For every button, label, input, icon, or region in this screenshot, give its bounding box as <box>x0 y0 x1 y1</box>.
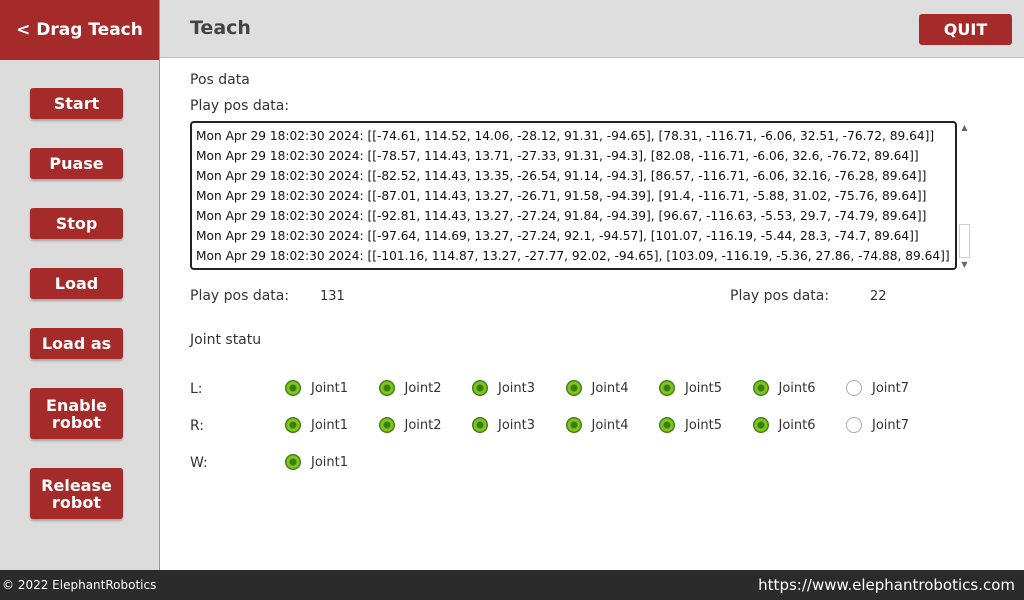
radio-checked-icon[interactable] <box>285 380 301 396</box>
joint-radio[interactable]: Joint6 <box>752 380 816 396</box>
load-button[interactable]: Load <box>30 268 123 299</box>
joint-label: Joint4 <box>591 380 629 396</box>
joint-label: Joint4 <box>591 417 629 433</box>
radio-checked-icon[interactable] <box>752 417 769 433</box>
release-robot-button[interactable]: Release robot <box>30 468 123 519</box>
website-link[interactable]: https://www.elephantrobotics.com <box>758 576 1015 594</box>
log-line: Mon Apr 29 18:02:30 2024: [[-92.81, 114.… <box>196 209 927 223</box>
load-as-button[interactable]: Load as <box>30 328 123 359</box>
joint-status-heading: Joint statu <box>190 332 262 348</box>
count-right-label: Play pos data: <box>730 288 830 304</box>
joint-label: Joint3 <box>498 417 536 433</box>
quit-button[interactable]: QUIT <box>919 14 1012 45</box>
teach-window: < Drag Teach Start Puase Stop Load Load … <box>0 0 1024 600</box>
pause-button[interactable]: Puase <box>30 148 123 179</box>
radio-checked-icon[interactable] <box>565 417 582 433</box>
log-line: Mon Apr 29 18:02:30 2024: [[-101.16, 114… <box>196 249 950 263</box>
scroll-up-icon[interactable]: ▲ <box>958 121 971 133</box>
page-title: Teach <box>190 17 251 39</box>
joint-radio[interactable]: Joint5 <box>659 380 722 396</box>
joint-radio[interactable]: Joint3 <box>472 380 535 396</box>
joint-label: Joint5 <box>685 417 723 433</box>
radio-checked-icon[interactable] <box>659 380 675 396</box>
enable-robot-button[interactable]: Enable robot <box>30 388 123 439</box>
header: Teach QUIT <box>160 0 1024 58</box>
joint-radio[interactable]: Joint1 <box>285 417 348 433</box>
count-right-value: 22 <box>870 289 887 304</box>
row-label-right: R: <box>190 418 205 434</box>
joint-radio[interactable]: Joint4 <box>565 380 629 396</box>
pos-data-heading: Pos data <box>190 72 250 88</box>
radio-checked-icon[interactable] <box>472 380 488 396</box>
joint-radio[interactable]: Joint2 <box>378 417 442 433</box>
start-button[interactable]: Start <box>30 88 123 119</box>
radio-checked-icon[interactable] <box>378 417 395 433</box>
joint-label: Joint2 <box>404 380 442 396</box>
play-pos-data-label: Play pos data: <box>190 98 290 114</box>
row-label-left: L: <box>190 381 203 397</box>
row-label-waist: W: <box>190 455 208 471</box>
stop-button[interactable]: Stop <box>30 208 123 239</box>
scroll-down-icon[interactable]: ▼ <box>958 258 971 270</box>
copyright: © 2022 ElephantRobotics <box>2 578 157 592</box>
count-left-value: 131 <box>320 289 345 304</box>
radio-checked-icon[interactable] <box>285 417 301 433</box>
joint-radio[interactable]: Joint4 <box>565 417 629 433</box>
log-scrollbar[interactable]: ▲ ▼ <box>958 121 971 270</box>
radio-unchecked-icon[interactable] <box>846 417 862 433</box>
footer: © 2022 ElephantRobotics https://www.elep… <box>0 570 1024 600</box>
joint-radio[interactable]: Joint5 <box>659 417 722 433</box>
radio-checked-icon[interactable] <box>378 380 395 396</box>
joint-radio[interactable]: Joint6 <box>752 417 816 433</box>
log-line: Mon Apr 29 18:02:30 2024: [[-82.52, 114.… <box>196 169 927 183</box>
joint-label: Joint1 <box>311 454 349 470</box>
radio-checked-icon[interactable] <box>752 380 769 396</box>
joint-radio[interactable]: Joint3 <box>472 417 535 433</box>
log-line: Mon Apr 29 18:02:30 2024: [[-74.61, 114.… <box>196 129 935 143</box>
count-left-label: Play pos data: <box>190 288 290 304</box>
joint-label: Joint5 <box>685 380 723 396</box>
joint-label: Joint6 <box>778 417 816 433</box>
joint-radio[interactable]: Joint7 <box>846 380 909 396</box>
joint-label: Joint1 <box>311 380 349 396</box>
radio-checked-icon[interactable] <box>285 454 301 470</box>
joint-label: Joint3 <box>498 380 536 396</box>
play-pos-data-log[interactable]: Mon Apr 29 18:02:30 2024: [[-74.61, 114.… <box>190 121 957 270</box>
sidebar: < Drag Teach Start Puase Stop Load Load … <box>0 0 160 570</box>
log-line: Mon Apr 29 18:02:30 2024: [[-87.01, 114.… <box>196 189 927 203</box>
radio-checked-icon[interactable] <box>565 380 582 396</box>
radio-checked-icon[interactable] <box>472 417 488 433</box>
scroll-thumb[interactable] <box>959 224 970 258</box>
joint-radio[interactable]: Joint7 <box>846 417 909 433</box>
joint-radio[interactable]: Joint2 <box>378 380 442 396</box>
joint-label: Joint1 <box>311 417 349 433</box>
joint-radio[interactable]: Joint1 <box>285 380 348 396</box>
radio-unchecked-icon[interactable] <box>846 380 862 396</box>
radio-checked-icon[interactable] <box>659 417 675 433</box>
joint-label: Joint2 <box>404 417 442 433</box>
joint-label: Joint7 <box>872 417 910 433</box>
log-line: Mon Apr 29 18:02:30 2024: [[-78.57, 114.… <box>196 149 919 163</box>
joint-radio[interactable]: Joint1 <box>285 454 348 470</box>
joint-label: Joint6 <box>778 380 816 396</box>
log-line: Mon Apr 29 18:02:30 2024: [[-97.64, 114.… <box>196 229 919 243</box>
joint-label: Joint7 <box>872 380 910 396</box>
back-button[interactable]: < Drag Teach <box>0 0 159 60</box>
